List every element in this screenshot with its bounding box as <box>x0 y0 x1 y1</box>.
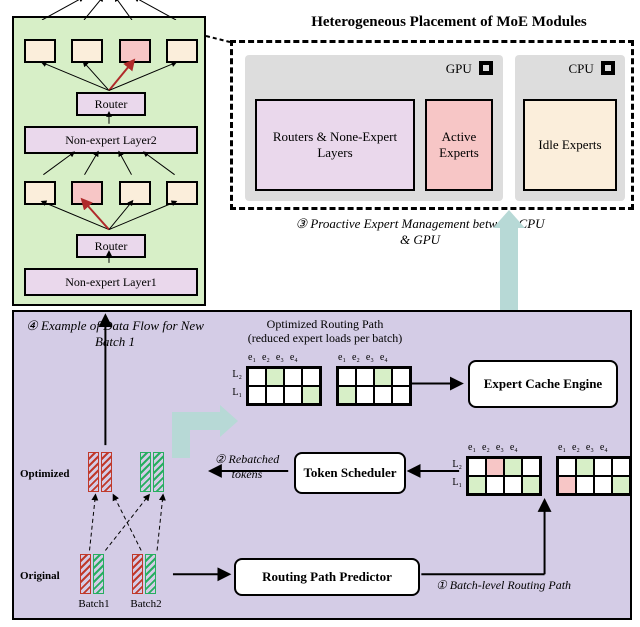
token-scheduler: Token Scheduler <box>294 452 406 494</box>
step-2-label: ② Rebatched tokens <box>200 452 294 482</box>
nonexpert-layer1: Non-expert Layer1 <box>24 268 198 296</box>
experts-row-top <box>24 36 198 66</box>
moe-panel: Router Non-expert Layer2 Router Non-expe… <box>12 16 206 306</box>
token <box>140 452 151 492</box>
elbow-arrow-v <box>172 412 190 458</box>
hetero-panel: GPU Routers & None-Expert Layers Active … <box>230 40 634 210</box>
orig-batch2 <box>132 554 158 594</box>
opt-path-title-main: Optimized Routing Path <box>267 317 384 331</box>
expert-box <box>166 39 198 63</box>
step-1-label: ① Batch-level Routing Path <box>436 578 626 593</box>
token <box>101 452 112 492</box>
expert-box <box>119 181 151 205</box>
opt-batch2 <box>140 452 166 492</box>
token <box>93 554 104 594</box>
routing-path-predictor: Routing Path Predictor <box>234 558 420 596</box>
batch2-label: Batch2 <box>126 598 166 610</box>
step-4-label: ④ Example of Data Flow for New Batch 1 <box>20 318 210 351</box>
expert-cache-engine: Expert Cache Engine <box>468 360 618 408</box>
cpu-block: CPU Idle Experts <box>515 55 625 201</box>
token <box>80 554 91 594</box>
expert-box <box>24 39 56 63</box>
gpu-routers-box: Routers & None-Expert Layers <box>255 99 415 191</box>
orig-grid-b <box>556 456 632 496</box>
expert-box <box>24 181 56 205</box>
gpu-block: GPU Routers & None-Expert Layers Active … <box>245 55 503 201</box>
token <box>145 554 156 594</box>
opt-path-title-sub: (reduced expert loads per batch) <box>248 331 403 345</box>
orig-cols-b: e₁e₂e₃e₄ <box>558 442 608 453</box>
nonexpert-layer2: Non-expert Layer2 <box>24 126 198 154</box>
orig-row-l1: L₁ <box>448 474 462 492</box>
batch1-label: Batch1 <box>74 598 114 610</box>
opt-batch1 <box>88 452 114 492</box>
orig-cols-a: e₁e₂e₃e₄ <box>468 442 518 453</box>
orig-grid-a <box>466 456 542 496</box>
gpu-active-experts-box: Active Experts <box>425 99 493 191</box>
token <box>132 554 143 594</box>
row-optimized-label: Optimized <box>20 468 70 480</box>
pipeline-panel: ④ Example of Data Flow for New Batch 1 O… <box>12 310 632 620</box>
cpu-idle-experts-box: Idle Experts <box>523 99 617 191</box>
opt-row-l1: L₁ <box>228 384 242 402</box>
token <box>153 452 164 492</box>
opt-row-l2: L₂ <box>228 366 242 384</box>
elbow-arrow-h <box>190 412 220 430</box>
cpu-chip-icon <box>601 61 615 75</box>
gpu-chip-icon <box>479 61 493 75</box>
opt-grid-b <box>336 366 412 406</box>
cpu-label: CPU <box>568 61 615 77</box>
expert-box <box>166 181 198 205</box>
orig-row-l2: L₂ <box>448 456 462 474</box>
gpu-label-text: GPU <box>446 61 472 76</box>
gpu-label: GPU <box>446 61 493 77</box>
expert-box-active <box>119 39 151 63</box>
opt-path-title: Optimized Routing Path (reduced expert l… <box>220 318 430 346</box>
opt-cols-a: e₁e₂e₃e₄ <box>248 352 298 363</box>
row-original-label: Original <box>20 570 60 582</box>
token <box>88 452 99 492</box>
experts-row-bottom <box>24 178 198 208</box>
opt-cols-b: e₁e₂e₃e₄ <box>338 352 388 363</box>
expert-box-active <box>71 181 103 205</box>
orig-batch1 <box>80 554 106 594</box>
router-box-top: Router <box>76 92 146 116</box>
cpu-gpu-sync-arrow <box>500 228 518 312</box>
expert-box <box>71 39 103 63</box>
router-box-bottom: Router <box>76 234 146 258</box>
hetero-title: Heterogeneous Placement of MoE Modules <box>264 14 634 31</box>
opt-grid-a <box>246 366 322 406</box>
cpu-label-text: CPU <box>568 61 593 76</box>
